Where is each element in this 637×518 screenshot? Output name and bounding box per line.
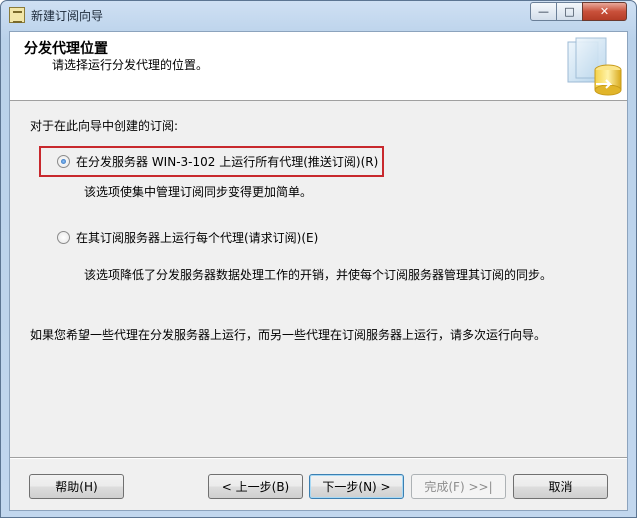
options-prompt: 对于在此向导中创建的订阅: bbox=[30, 119, 179, 133]
back-button[interactable]: < 上一步(B) bbox=[208, 474, 303, 499]
dialog-client: 分发代理位置 请选择运行分发代理的位置。 对于在此向导中创建的订阅: 在分发服务… bbox=[9, 31, 628, 511]
finish-button[interactable]: 完成(F) >>| bbox=[411, 474, 506, 499]
close-icon: ✕ bbox=[599, 5, 610, 18]
wizard-header: 分发代理位置 请选择运行分发代理的位置。 bbox=[10, 32, 627, 101]
cancel-button[interactable]: 取消 bbox=[513, 474, 608, 499]
maximize-icon: □ bbox=[564, 5, 575, 18]
info-note: 如果您希望一些代理在分发服务器上运行，而另一些代理在订阅服务器上运行，请多次运行… bbox=[30, 328, 547, 342]
radio-push-label: 在分发服务器 WIN-3-102 上运行所有代理(推送订阅)(R) bbox=[76, 155, 379, 169]
minimize-button[interactable]: — bbox=[530, 2, 557, 21]
radio-push-indicator[interactable] bbox=[57, 155, 70, 168]
push-description: 该选项使集中管理订阅同步变得更加简单。 bbox=[84, 185, 313, 199]
pull-description: 该选项降低了分发服务器数据处理工作的开销，并使每个订阅服务器管理其订阅的同步。 bbox=[84, 268, 553, 282]
page-subtitle: 请选择运行分发代理的位置。 bbox=[52, 58, 209, 72]
app-icon bbox=[9, 7, 25, 23]
radio-pull-label: 在其订阅服务器上运行每个代理(请求订阅)(E) bbox=[76, 231, 319, 245]
page-title: 分发代理位置 bbox=[24, 41, 108, 57]
wizard-content: 对于在此向导中创建的订阅: 在分发服务器 WIN-3-102 上运行所有代理(推… bbox=[10, 102, 627, 457]
next-button[interactable]: 下一步(N) > bbox=[309, 474, 404, 499]
footer-divider bbox=[10, 457, 627, 459]
wizard-database-icon bbox=[567, 37, 622, 96]
close-button[interactable]: ✕ bbox=[582, 2, 627, 21]
maximize-button[interactable]: □ bbox=[556, 2, 583, 21]
wizard-footer: 帮助(H) < 上一步(B) 下一步(N) > 完成(F) >>| 取消 bbox=[10, 457, 627, 510]
radio-push-subscription[interactable]: 在分发服务器 WIN-3-102 上运行所有代理(推送订阅)(R) bbox=[57, 153, 378, 170]
title-bar[interactable]: 新建订阅向导 — □ ✕ bbox=[1, 1, 636, 30]
wizard-window: 新建订阅向导 — □ ✕ 分发代理位置 请选择运行分发代理的位置。 对于在此向导… bbox=[0, 0, 637, 518]
minimize-icon: — bbox=[538, 5, 549, 18]
radio-pull-subscription[interactable]: 在其订阅服务器上运行每个代理(请求订阅)(E) bbox=[57, 229, 318, 246]
radio-pull-indicator[interactable] bbox=[57, 231, 70, 244]
help-button[interactable]: 帮助(H) bbox=[29, 474, 124, 499]
window-title: 新建订阅向导 bbox=[31, 9, 104, 23]
